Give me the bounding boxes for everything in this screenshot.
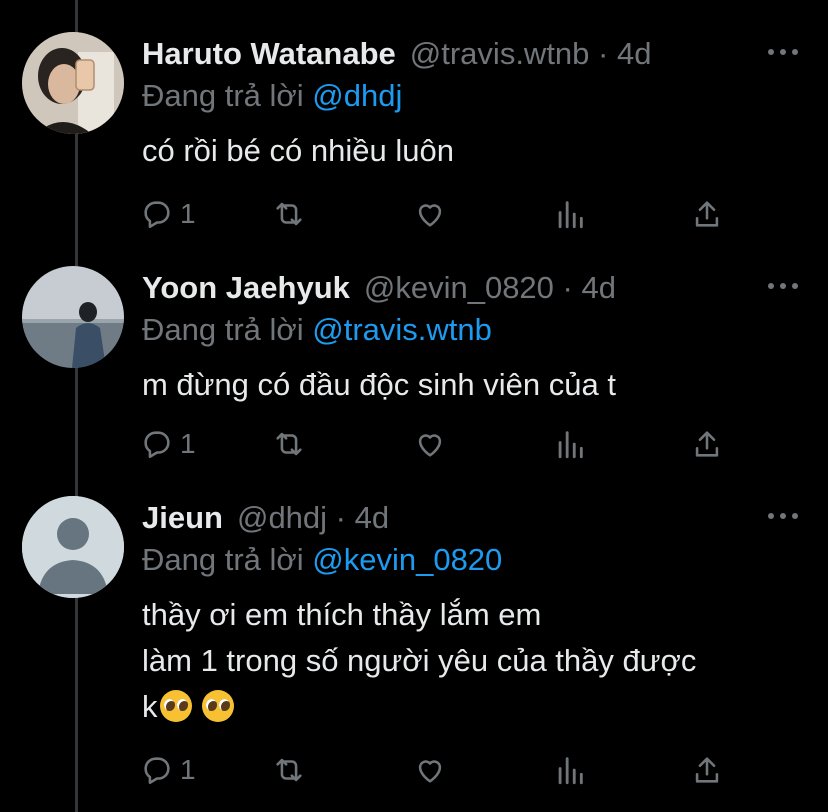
tweet-text-line: m đừng có đầu độc sinh viên của t	[142, 367, 616, 402]
share-icon	[695, 757, 719, 783]
tweet-text: có rồi bé có nhiều luôn	[142, 128, 812, 174]
tweet-actions: 1	[140, 196, 730, 232]
reply-count: 1	[180, 428, 196, 459]
more-icon[interactable]	[768, 276, 798, 296]
tweet-3[interactable]: Jieun @dhdj · 4d Đang trả lời @kevin_082…	[0, 494, 828, 812]
views-button[interactable]	[553, 426, 587, 462]
reply-button[interactable]: 1	[140, 196, 196, 232]
avatar[interactable]	[22, 496, 124, 598]
share-icon	[695, 201, 719, 227]
replying-prefix: Đang trả lời	[142, 542, 304, 577]
tweet-text: m đừng có đầu độc sinh viên của t	[142, 362, 812, 408]
reply-count: 1	[180, 754, 196, 785]
mention-link[interactable]: @kevin_0820	[312, 542, 502, 577]
more-icon[interactable]	[768, 42, 798, 62]
share-button[interactable]	[690, 426, 724, 462]
reply-button[interactable]: 1	[140, 752, 196, 788]
default-avatar-icon	[22, 496, 124, 598]
like-icon	[418, 204, 442, 227]
retweet-icon	[276, 758, 302, 782]
reply-button[interactable]: 1	[140, 426, 196, 462]
views-icon	[558, 201, 583, 229]
like-icon	[418, 760, 442, 783]
tweet-header: Yoon Jaehyuk @kevin_0820 · 4d	[142, 270, 616, 310]
handle-time[interactable]: @kevin_0820 · 4d	[364, 270, 616, 306]
replying-prefix: Đang trả lời	[142, 78, 304, 113]
like-icon	[418, 434, 442, 457]
share-button[interactable]	[690, 752, 724, 788]
pleading-face-emoji	[202, 690, 235, 722]
avatar[interactable]	[22, 266, 124, 368]
share-icon	[695, 431, 719, 457]
tweet-text-line: có rồi bé có nhiều luôn	[142, 133, 454, 168]
share-button[interactable]	[690, 196, 724, 232]
retweet-button[interactable]	[272, 196, 306, 232]
reply-icon	[144, 201, 170, 229]
mention-link[interactable]: @travis.wtnb	[312, 312, 492, 347]
tweet-actions: 1	[140, 752, 730, 788]
retweet-icon	[276, 202, 302, 226]
tweet-1[interactable]: Haruto Watanabe @travis.wtnb · 4d Đang t…	[0, 30, 828, 240]
like-button[interactable]	[413, 752, 447, 788]
more-icon[interactable]	[768, 506, 798, 526]
replying-to: Đang trả lời @dhdj	[142, 78, 402, 114]
display-name[interactable]: Haruto Watanabe	[142, 36, 396, 72]
replying-prefix: Đang trả lời	[142, 312, 304, 347]
tweet-text: thầy ơi em thích thầy lắm em làm 1 trong…	[142, 592, 812, 730]
tweet-text-fragment: k	[142, 689, 158, 724]
replying-to: Đang trả lời @travis.wtnb	[142, 312, 492, 348]
reply-count: 1	[180, 198, 196, 229]
tweet-text-line: thầy ơi em thích thầy lắm em	[142, 597, 542, 632]
retweet-button[interactable]	[272, 752, 306, 788]
tweet-text-line: làm 1 trong số người yêu của thầy được	[142, 643, 697, 678]
reply-icon	[144, 431, 170, 459]
handle-time[interactable]: @travis.wtnb · 4d	[410, 36, 652, 72]
like-button[interactable]	[413, 426, 447, 462]
tweet-header: Jieun @dhdj · 4d	[142, 500, 389, 540]
views-button[interactable]	[553, 196, 587, 232]
like-button[interactable]	[413, 196, 447, 232]
handle-time[interactable]: @dhdj · 4d	[237, 500, 389, 536]
views-icon	[558, 757, 583, 785]
pleading-face-emoji	[159, 690, 192, 722]
tweet-actions: 1	[140, 426, 730, 462]
views-button[interactable]	[553, 752, 587, 788]
tweet-header: Haruto Watanabe @travis.wtnb · 4d	[142, 36, 651, 76]
retweet-icon	[276, 432, 302, 456]
views-icon	[558, 431, 583, 459]
display-name[interactable]: Jieun	[142, 500, 223, 536]
replying-to: Đang trả lời @kevin_0820	[142, 542, 502, 578]
tweet-2[interactable]: Yoon Jaehyuk @kevin_0820 · 4d Đang trả l…	[0, 264, 828, 474]
avatar[interactable]	[22, 32, 124, 134]
tweet-text-line: k	[142, 684, 812, 730]
mention-link[interactable]: @dhdj	[312, 78, 402, 113]
display-name[interactable]: Yoon Jaehyuk	[142, 270, 350, 306]
reply-icon	[144, 757, 170, 785]
retweet-button[interactable]	[272, 426, 306, 462]
